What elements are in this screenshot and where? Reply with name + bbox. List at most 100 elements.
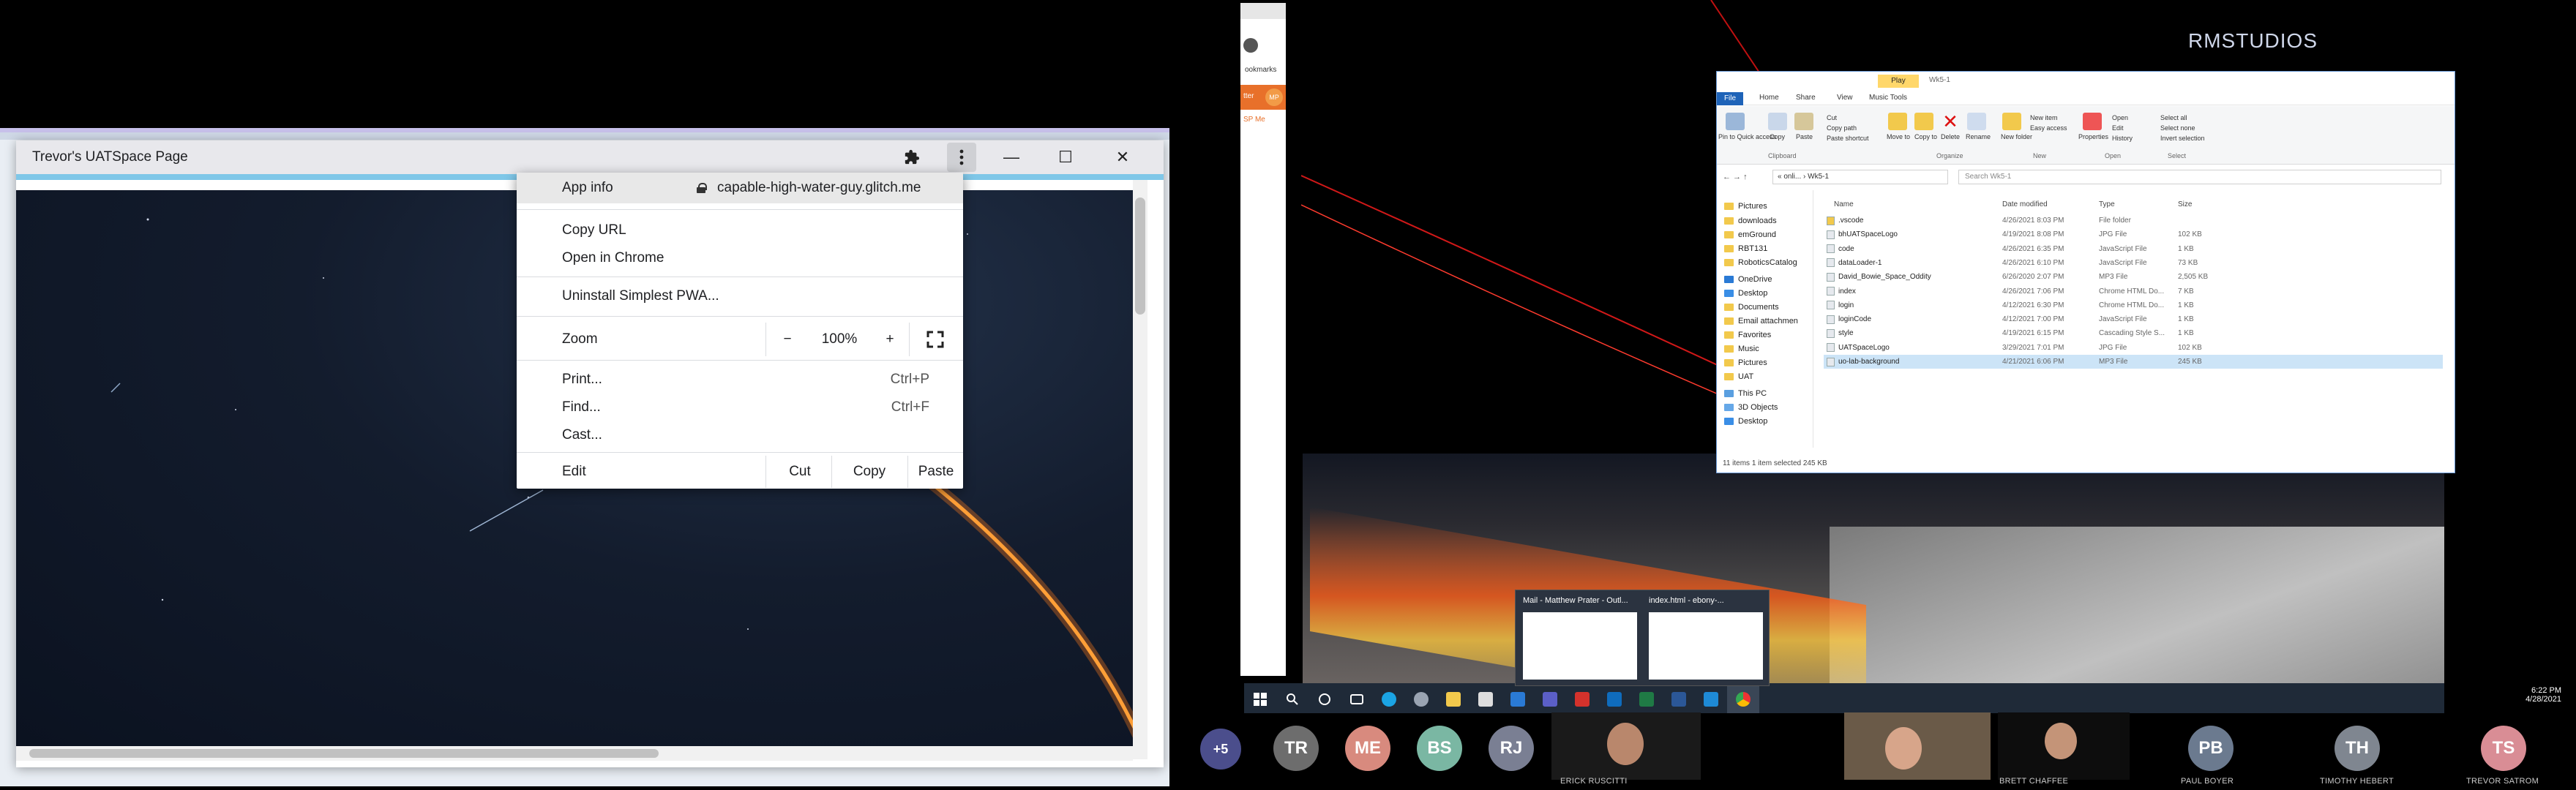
teams-icon[interactable]: [1534, 683, 1566, 715]
system-clock[interactable]: 6:22 PM 4/28/2021: [2459, 686, 2561, 712]
menu-item-uninstall[interactable]: Uninstall Simplest PWA...: [517, 281, 963, 312]
history-label[interactable]: History: [2112, 135, 2133, 142]
copy-icon[interactable]: [1768, 113, 1787, 130]
active-speaker-video[interactable]: [1844, 712, 1991, 780]
new-item-label[interactable]: New item: [2030, 114, 2058, 121]
nav-item[interactable]: Desktop: [1724, 289, 1767, 298]
column-header-name[interactable]: Name: [1834, 200, 1854, 208]
file-row[interactable]: code 4/26/2021 6:35 PM JavaScript File 1 KB: [1824, 242, 2443, 256]
nav-item[interactable]: Pictures: [1724, 202, 1767, 211]
move-to-icon[interactable]: [1888, 113, 1907, 130]
tab-share[interactable]: Share: [1796, 94, 1816, 102]
participant-avatar[interactable]: TS: [2481, 726, 2526, 771]
bookmarks-label[interactable]: ookmarks: [1245, 66, 1276, 74]
horizontal-scroll-thumb[interactable]: [29, 749, 659, 758]
windows-start-icon[interactable]: [1244, 683, 1276, 715]
copy-path-label[interactable]: Copy path: [1827, 124, 1857, 132]
copy-to-icon[interactable]: [1914, 113, 1933, 130]
nav-item[interactable]: Email attachmen: [1724, 317, 1798, 326]
nav-item[interactable]: Music: [1724, 345, 1759, 353]
nav-item-onedrive[interactable]: OneDrive: [1724, 275, 1772, 284]
nav-item[interactable]: Pictures: [1724, 358, 1767, 367]
file-row[interactable]: style 4/19/2021 6:15 PM Cascading Style S.…: [1824, 326, 2443, 340]
acrobat-icon[interactable]: [1566, 683, 1598, 715]
column-header-size[interactable]: Size: [2178, 200, 2192, 208]
menu-item-copy-url[interactable]: Copy URL: [517, 217, 963, 244]
nav-item[interactable]: Documents: [1724, 303, 1779, 312]
nav-item[interactable]: UAT: [1724, 372, 1753, 381]
cut-label[interactable]: Cut: [1827, 114, 1837, 121]
menu-item-open-in-chrome[interactable]: Open in Chrome: [517, 244, 963, 272]
nav-item[interactable]: RoboticsCatalog: [1724, 258, 1797, 267]
column-header-type[interactable]: Type: [2099, 200, 2115, 208]
file-row[interactable]: .vscode 4/26/2021 8:03 PM File folder: [1824, 214, 2443, 227]
nav-item[interactable]: 3D Objects: [1724, 403, 1778, 412]
nav-item-this-pc[interactable]: This PC: [1724, 389, 1767, 398]
fullscreen-button[interactable]: [915, 323, 956, 356]
pwa-titlebar[interactable]: [16, 140, 1164, 174]
select-none-label[interactable]: Select none: [2160, 124, 2195, 132]
pin-icon[interactable]: [1726, 113, 1745, 130]
open-label[interactable]: Open: [2112, 114, 2128, 121]
copy-button[interactable]: Copy: [834, 464, 905, 480]
zoom-out-button[interactable]: −: [771, 331, 804, 347]
profile-icon[interactable]: [1243, 38, 1258, 53]
file-row[interactable]: bhUATSpaceLogo 4/19/2021 8:08 PM JPG File 1…: [1824, 227, 2443, 241]
nav-arrows[interactable]: ← → ↑: [1723, 173, 1748, 181]
participant-avatar[interactable]: ME: [1345, 726, 1390, 771]
excel-icon[interactable]: [1630, 683, 1663, 715]
file-row[interactable]: loginCode 4/12/2021 7:00 PM JavaScript Fil…: [1824, 312, 2443, 326]
participant-video[interactable]: [1998, 712, 2130, 780]
file-row[interactable]: login 4/12/2021 6:30 PM Chrome HTML Do... 1…: [1824, 298, 2443, 312]
task-view-icon[interactable]: [1341, 683, 1373, 715]
search-icon[interactable]: [1276, 683, 1308, 715]
paste-button[interactable]: Paste: [910, 464, 962, 480]
search-box[interactable]: Search Wk5-1: [1958, 170, 2441, 184]
nav-item[interactable]: RBT131: [1724, 244, 1767, 253]
tab-view[interactable]: View: [1837, 94, 1853, 102]
menu-item-cast[interactable]: Cast...: [517, 421, 963, 449]
rename-icon[interactable]: [1967, 113, 1986, 130]
participant-avatar[interactable]: TR: [1273, 726, 1319, 771]
select-all-label[interactable]: Select all: [2160, 114, 2187, 121]
participant-video[interactable]: [1551, 712, 1701, 780]
invert-selection-label[interactable]: Invert selection: [2160, 135, 2205, 142]
word-icon[interactable]: [1663, 683, 1695, 715]
ribbon-edit-label[interactable]: Edit: [2112, 124, 2124, 132]
menu-item-print[interactable]: Print... Ctrl+P: [517, 366, 963, 394]
explorer-titlebar[interactable]: [1717, 72, 2455, 91]
store-icon[interactable]: [1469, 683, 1502, 715]
cortana-icon[interactable]: [1308, 683, 1341, 715]
tab-file[interactable]: File: [1717, 92, 1743, 105]
participant-avatar[interactable]: PB: [2188, 726, 2234, 771]
column-header-date[interactable]: Date modified: [2002, 200, 2048, 208]
mail-icon[interactable]: [1502, 683, 1534, 715]
file-row[interactable]: UATSpaceLogo 3/29/2021 7:01 PM JPG File 102…: [1824, 341, 2443, 355]
participant-avatar[interactable]: BS: [1417, 726, 1462, 771]
easy-access-label[interactable]: Easy access: [2030, 124, 2067, 132]
file-row[interactable]: David_Bowie_Space_Oddity 6/26/2020 2:07 P…: [1824, 270, 2443, 284]
chrome-icon[interactable]: [1727, 683, 1759, 715]
nav-item[interactable]: Favorites: [1724, 331, 1771, 339]
menu-item-app-info[interactable]: App info capable-high-water-guy.glitch.m…: [517, 173, 963, 203]
address-bar[interactable]: « onli... › Wk5-1: [1772, 170, 1948, 184]
participant-avatar[interactable]: RJ: [1489, 726, 1534, 771]
thumbnail-mail[interactable]: Mail - Matthew Prater - Outl...: [1519, 593, 1641, 684]
vertical-scroll-thumb[interactable]: [1135, 198, 1145, 315]
tab-music-tools[interactable]: Music Tools: [1869, 94, 1907, 102]
outlook-icon[interactable]: [1598, 683, 1630, 715]
thumbnail-index[interactable]: index.html - ebony-...: [1644, 593, 1767, 684]
delete-icon[interactable]: ✕: [1941, 112, 1960, 131]
zoom-in-button[interactable]: +: [874, 331, 906, 347]
nav-item[interactable]: emGround: [1724, 230, 1776, 239]
edge-icon[interactable]: [1373, 683, 1405, 715]
close-button[interactable]: ✕: [1108, 143, 1137, 172]
menu-item-find[interactable]: Find... Ctrl+F: [517, 394, 963, 421]
maximize-button[interactable]: ☐: [1051, 143, 1080, 172]
nav-item[interactable]: downloads: [1724, 217, 1777, 225]
new-folder-icon[interactable]: [2002, 113, 2021, 130]
three-dot-icon[interactable]: [947, 143, 976, 172]
participant-avatar[interactable]: TH: [2334, 726, 2380, 771]
nav-item[interactable]: Desktop: [1724, 417, 1767, 426]
file-explorer-icon[interactable]: [1437, 683, 1469, 715]
